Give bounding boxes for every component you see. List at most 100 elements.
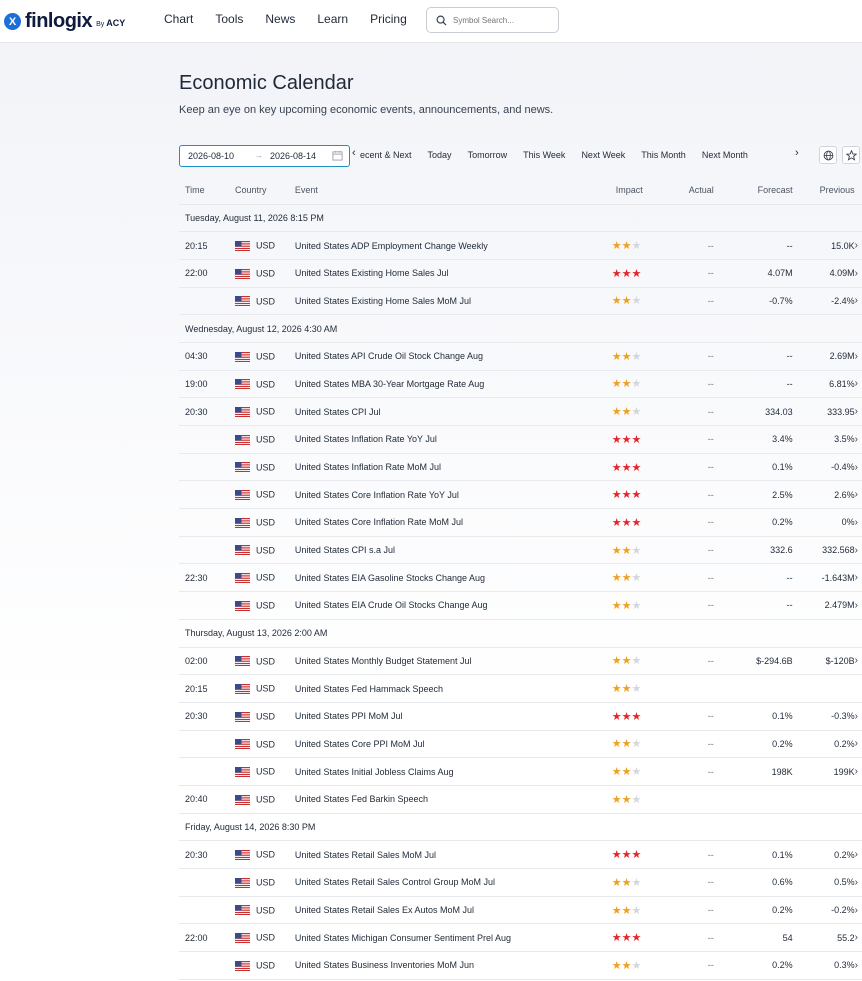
event-row[interactable]: 02:00 USD United States Monthly Budget Sta… bbox=[179, 647, 862, 676]
tab-this-week[interactable]: This Week bbox=[523, 150, 565, 160]
chevron-right-icon[interactable]: › bbox=[854, 951, 862, 980]
event-row[interactable]: USD United States Retail Sales Ex Autos M… bbox=[179, 896, 862, 925]
event-row[interactable]: 20:15 USD United States ADP Employment Cha… bbox=[179, 231, 862, 260]
chevron-right-icon[interactable]: › bbox=[854, 702, 862, 731]
nav-tools[interactable]: Tools bbox=[215, 12, 243, 26]
event-name[interactable]: United States Business Inventories MoM J… bbox=[294, 951, 612, 980]
event-row[interactable]: 19:00 USD United States MBA 30-Year Mortga… bbox=[179, 370, 862, 399]
favorites-button[interactable] bbox=[842, 146, 860, 164]
event-name[interactable]: United States MBA 30-Year Mortgage Rate … bbox=[294, 370, 612, 399]
event-name[interactable]: United States ADP Employment Change Week… bbox=[294, 231, 612, 260]
event-name[interactable]: United States Inflation Rate YoY Jul bbox=[294, 425, 612, 454]
event-name[interactable]: United States CPI Jul bbox=[294, 397, 612, 426]
date-to[interactable]: 2026-08-14 bbox=[270, 151, 316, 161]
nav-chart[interactable]: Chart bbox=[164, 12, 193, 26]
event-row[interactable]: USD United States Initial Jobless Claims … bbox=[179, 757, 862, 786]
event-name[interactable]: United States Inflation Rate MoM Jul bbox=[294, 453, 612, 482]
event-name[interactable]: United States Core PPI MoM Jul bbox=[294, 730, 612, 759]
chevron-right-icon[interactable]: › bbox=[854, 508, 862, 537]
event-row[interactable]: 20:30 USD United States Retail Sales MoM J… bbox=[179, 840, 862, 869]
event-row[interactable]: USD United States Core Inflation Rate YoY… bbox=[179, 480, 862, 510]
chevron-right-icon[interactable]: › bbox=[854, 868, 862, 897]
event-name[interactable]: United States Retail Sales MoM Jul bbox=[294, 840, 612, 869]
event-row[interactable]: USD United States EIA Crude Oil Stocks Ch… bbox=[179, 591, 862, 620]
event-name[interactable]: United States Monthly Budget Statement J… bbox=[294, 647, 612, 676]
chevron-right-icon[interactable]: › bbox=[854, 231, 862, 260]
event-name[interactable]: United States Retail Sales Control Group… bbox=[294, 868, 612, 897]
event-row[interactable]: USD United States Inflation Rate MoM Jul ★… bbox=[179, 453, 862, 482]
col-event[interactable]: Event bbox=[294, 177, 612, 205]
event-name[interactable]: United States Core Inflation Rate YoY Ju… bbox=[294, 480, 612, 510]
finlogix-logo[interactable]: X finlogix By ACY bbox=[4, 10, 125, 33]
chevron-right-icon[interactable]: › bbox=[854, 591, 862, 620]
chevron-right-icon[interactable]: › bbox=[854, 480, 862, 510]
chevron-right-icon[interactable]: › bbox=[854, 425, 862, 454]
event-row[interactable]: 20:30 USD United States PPI MoM Jul ★★★ -- 0.… bbox=[179, 702, 862, 731]
tab-this-month[interactable]: This Month bbox=[641, 150, 686, 160]
col-impact[interactable]: Impact bbox=[611, 177, 674, 205]
chevron-right-icon[interactable] bbox=[854, 674, 862, 703]
chevron-right-icon[interactable]: › bbox=[854, 840, 862, 869]
col-previous[interactable]: Previous bbox=[792, 177, 855, 205]
event-name[interactable]: United States EIA Crude Oil Stocks Chang… bbox=[294, 591, 612, 620]
event-row[interactable]: 20:40 USD United States Fed Barkin Speech ★… bbox=[179, 785, 862, 814]
event-name[interactable]: United States Existing Home Sales MoM Ju… bbox=[294, 287, 612, 316]
event-name[interactable]: United States Existing Home Sales Jul bbox=[294, 259, 612, 288]
event-row[interactable]: USD United States Existing Home Sales MoM… bbox=[179, 287, 862, 316]
event-row[interactable]: USD United States Retail Sales Control Gr… bbox=[179, 868, 862, 897]
event-name[interactable]: United States Fed Barkin Speech bbox=[294, 785, 612, 814]
chevron-right-icon[interactable]: › bbox=[854, 647, 862, 676]
event-name[interactable]: United States EIA Gasoline Stocks Change… bbox=[294, 563, 612, 593]
col-time[interactable]: Time bbox=[179, 177, 235, 205]
chevron-right-icon[interactable]: › bbox=[854, 563, 862, 593]
event-row[interactable]: 22:00 USD United States Michigan Consumer … bbox=[179, 923, 862, 953]
event-name[interactable]: United States Initial Jobless Claims Aug bbox=[294, 757, 612, 786]
event-name[interactable]: United States Retail Sales Ex Autos MoM … bbox=[294, 896, 612, 925]
search-input[interactable] bbox=[453, 15, 548, 25]
event-row[interactable]: USD United States Core PPI MoM Jul ★★★ -- 0.… bbox=[179, 730, 862, 759]
chevron-right-icon[interactable]: › bbox=[854, 259, 862, 288]
chevron-right-icon[interactable]: › bbox=[854, 757, 862, 786]
event-name[interactable]: United States PPI MoM Jul bbox=[294, 702, 612, 731]
chevron-right-icon[interactable]: › bbox=[854, 342, 862, 371]
chevron-right-icon[interactable]: › bbox=[854, 370, 862, 399]
tab-recent-next[interactable]: ecent & Next bbox=[360, 150, 412, 160]
event-name[interactable]: United States CPI s.a Jul bbox=[294, 536, 612, 565]
tab-next-week[interactable]: Next Week bbox=[581, 150, 625, 160]
event-name[interactable]: United States Core Inflation Rate MoM Ju… bbox=[294, 508, 612, 537]
chevron-right-icon[interactable]: › bbox=[854, 896, 862, 925]
event-name[interactable]: United States API Crude Oil Stock Change… bbox=[294, 342, 612, 371]
chevron-right-icon[interactable] bbox=[854, 785, 862, 814]
tab-tomorrow[interactable]: Tomorrow bbox=[468, 150, 508, 160]
col-forecast[interactable]: Forecast bbox=[725, 177, 793, 205]
event-row[interactable]: USD United States Inflation Rate YoY Jul ★… bbox=[179, 425, 862, 454]
nav-news[interactable]: News bbox=[265, 12, 295, 26]
event-row[interactable]: 20:30 USD United States CPI Jul ★★★ -- 334.03… bbox=[179, 397, 862, 426]
date-from[interactable]: 2026-08-10 bbox=[188, 151, 234, 161]
chevron-right-icon[interactable]: › bbox=[854, 923, 862, 953]
chevron-right-icon[interactable]: › bbox=[854, 730, 862, 759]
timezone-button[interactable] bbox=[819, 146, 837, 164]
date-range-picker[interactable]: 2026-08-10 → 2026-08-14 bbox=[179, 145, 350, 167]
col-actual[interactable]: Actual bbox=[673, 177, 726, 205]
event-name[interactable]: United States Michigan Consumer Sentimen… bbox=[294, 923, 612, 953]
event-row[interactable]: USD United States Core Inflation Rate MoM… bbox=[179, 508, 862, 537]
chevron-right-icon[interactable]: › bbox=[795, 147, 799, 159]
tab-next-month[interactable]: Next Month bbox=[702, 150, 748, 160]
nav-pricing[interactable]: Pricing bbox=[370, 12, 407, 26]
event-row[interactable]: 04:30 USD United States API Crude Oil Stoc… bbox=[179, 342, 862, 371]
col-country[interactable]: Country bbox=[234, 177, 295, 205]
symbol-search[interactable] bbox=[426, 7, 559, 33]
event-row[interactable]: 22:30 USD United States EIA Gasoline Stock… bbox=[179, 563, 862, 593]
event-name[interactable]: United States Fed Hammack Speech bbox=[294, 674, 612, 703]
chevron-right-icon[interactable]: › bbox=[854, 287, 862, 316]
chevron-right-icon[interactable]: › bbox=[854, 397, 862, 426]
event-row[interactable]: USD United States CPI s.a Jul ★★★ -- 332.6 33… bbox=[179, 536, 862, 565]
chevron-right-icon[interactable]: › bbox=[854, 453, 862, 482]
tab-today[interactable]: Today bbox=[428, 150, 452, 160]
event-row[interactable]: USD United States Business Inventories Mo… bbox=[179, 951, 862, 980]
chevron-right-icon[interactable]: › bbox=[854, 536, 862, 565]
event-row[interactable]: 20:15 USD United States Fed Hammack Speech… bbox=[179, 674, 862, 703]
nav-learn[interactable]: Learn bbox=[317, 12, 348, 26]
event-row[interactable]: 22:00 USD United States Existing Home Sale… bbox=[179, 259, 862, 288]
